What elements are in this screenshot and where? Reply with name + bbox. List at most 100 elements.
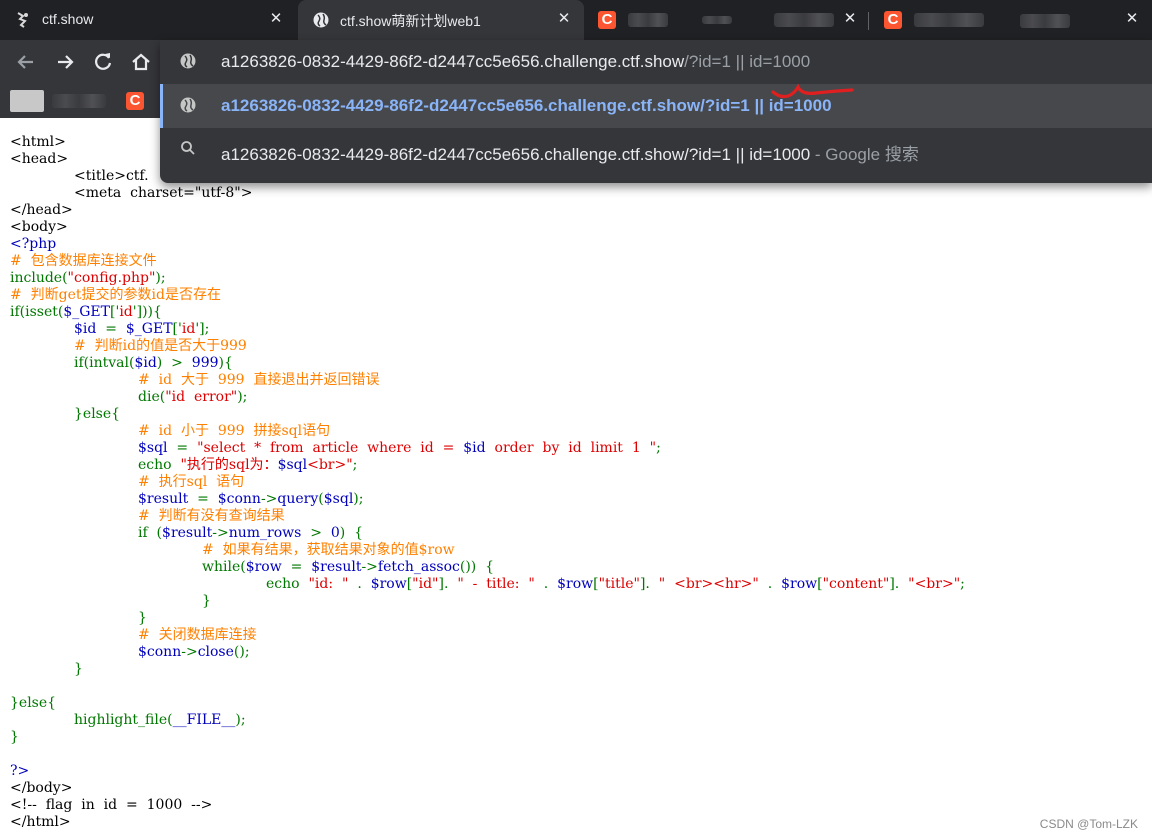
page-source: <html> <head> <title>ctf. <meta charset=… (10, 134, 1150, 831)
watermark: CSDN @Tom-LZK (1039, 817, 1138, 831)
close-icon[interactable]: ✕ (266, 9, 286, 29)
code-line: <head> (10, 151, 69, 167)
code-token: 0 (330, 525, 340, 541)
bookmark-thumbnail[interactable] (10, 90, 44, 112)
code-token: num_rows (228, 525, 302, 541)
code-line: include("config.php"); (10, 270, 1150, 287)
code-line: } (138, 610, 147, 626)
tab-web1[interactable]: ctf.show萌新计划web1 ✕ (298, 0, 584, 40)
close-icon[interactable]: ✕ (1122, 9, 1142, 29)
address-bar[interactable]: a1263826-0832-4429-86f2-d2447cc5e656.cha… (160, 40, 1152, 84)
csdn-icon: C (598, 11, 616, 29)
code-token: <br>" (307, 457, 353, 473)
flag-comment: <!-- flag in id = 1000 --> (10, 797, 213, 813)
code-line: } (10, 729, 19, 745)
redacted-text (628, 13, 668, 27)
code-comment: # 如果有结果，获取结果对象的值$row (202, 542, 455, 558)
code-token: $result (162, 525, 213, 541)
code-token: "id error" (165, 389, 238, 405)
ctf-logo-icon (14, 11, 32, 29)
code-token: $sql (277, 457, 308, 473)
code-line: $result = $conn->query($sql); (10, 491, 1150, 508)
suggestion-text: a1263826-0832-4429-86f2-d2447cc5e656.cha… (221, 96, 832, 115)
code-token: "content" (822, 576, 890, 592)
code-token: ); (237, 389, 248, 405)
suggestion-url[interactable]: a1263826-0832-4429-86f2-d2447cc5e656.cha… (160, 84, 1152, 128)
code-line: echo "执行的sql为：$sql<br>"; (10, 457, 1150, 474)
red-underline-annotation (770, 76, 856, 100)
code-line: <html> (10, 134, 66, 150)
code-line: $id = $_GET['id']; (10, 321, 1150, 338)
code-token: order by id limit 1 " (485, 440, 657, 456)
code-token: = (96, 321, 126, 337)
tab-csdn-1[interactable]: C ✕ (584, 0, 870, 40)
csdn-icon: C (884, 11, 902, 29)
code-comment: # id 小于 999 拼接sql语句 (138, 423, 331, 439)
home-icon[interactable] (128, 49, 154, 75)
code-line: $conn->close(); (10, 644, 1150, 661)
code-token: [' (110, 304, 120, 320)
code-token: "title" (598, 576, 640, 592)
address-text[interactable]: a1263826-0832-4429-86f2-d2447cc5e656.cha… (221, 52, 810, 72)
code-token: [' (172, 321, 182, 337)
redacted-text (1020, 14, 1070, 28)
code-token: . (758, 576, 782, 592)
code-comment: # 判断get提交的参数id是否存在 (10, 287, 221, 303)
code-token: = (167, 440, 198, 456)
code-line: echo "id: " . $row["id"]. " - title: " .… (10, 576, 1150, 593)
code-token: "<br>" (908, 576, 961, 592)
code-token: = (188, 491, 218, 507)
code-token: if(intval( (74, 355, 135, 371)
code-token: '])){ (132, 304, 162, 320)
code-token: ) { (339, 525, 364, 541)
code-token: ]. (889, 576, 909, 592)
code-comment: # 判断有没有查询结果 (138, 508, 285, 524)
tab-strip: ctf.show ✕ ctf.show萌新计划web1 ✕ C ✕ C ✕ (0, 0, 1152, 40)
code-line: ?> (10, 763, 30, 779)
code-token: ]. (438, 576, 458, 592)
code-token: " <br><hr>" (658, 576, 759, 592)
code-token: $conn (217, 491, 261, 507)
code-line: } (74, 661, 83, 677)
globe-icon (178, 96, 198, 116)
code-token: ()) { (459, 559, 495, 575)
code-line: die("id error"); (10, 389, 1150, 406)
code-comment: # 判断id的值是否大于999 (74, 338, 247, 354)
forward-icon[interactable] (52, 49, 78, 75)
code-token: fetch_assoc (377, 559, 460, 575)
back-icon[interactable] (13, 49, 39, 75)
code-token: include( (10, 270, 68, 286)
code-token: . (534, 576, 558, 592)
code-token: ){ (218, 355, 233, 371)
code-token: $_GET (125, 321, 173, 337)
code-token: id (181, 321, 196, 337)
close-icon[interactable]: ✕ (554, 9, 574, 29)
close-icon[interactable]: ✕ (840, 9, 860, 29)
code-line: <?php (10, 236, 57, 252)
code-token: $id (74, 321, 97, 337)
code-line: highlight_file(__FILE__); (10, 712, 1150, 729)
code-token: ; (656, 440, 661, 456)
code-token: $id (134, 355, 157, 371)
globe-icon (178, 52, 198, 72)
reload-icon[interactable] (90, 49, 116, 75)
redacted-text (914, 13, 984, 27)
code-token: ']; (195, 321, 210, 337)
globe-icon (312, 11, 330, 29)
tab-csdn-2[interactable]: C ✕ (870, 0, 1152, 40)
code-token: "select * from article where id = (197, 440, 464, 456)
code-token: ; (352, 457, 358, 473)
code-token: die( (138, 389, 166, 405)
redacted-text (52, 94, 106, 108)
code-token: " - title: " (457, 576, 535, 592)
csdn-icon[interactable]: C (126, 92, 144, 110)
code-token: $sql (323, 491, 354, 507)
tab-ctfshow[interactable]: ctf.show ✕ (0, 0, 296, 40)
code-token: close (197, 644, 234, 660)
code-token: ]. (639, 576, 659, 592)
code-line: <body> (10, 219, 68, 235)
code-token: highlight_file( (74, 712, 173, 728)
tab-title: ctf.show萌新计划web1 (340, 13, 481, 29)
redacted-text (702, 16, 732, 24)
code-token: (); (233, 644, 250, 660)
